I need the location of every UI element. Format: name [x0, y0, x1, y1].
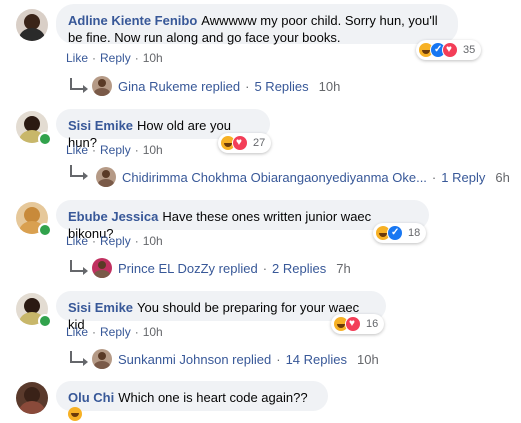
reply-count[interactable]: 1 Reply	[441, 170, 485, 185]
comment-text: Which one is heart code again??	[118, 390, 308, 405]
like-link[interactable]: Like	[66, 51, 88, 65]
comment-timestamp[interactable]: 10h	[143, 51, 163, 65]
reply-timestamp: 6h	[495, 169, 510, 185]
reaction-summary[interactable]: 27	[218, 133, 272, 153]
replier-avatar	[92, 349, 112, 369]
online-status-indicator	[38, 132, 52, 146]
comment-bubble: Adline Kiente Fenibo Awwwww my poor child…	[56, 4, 458, 45]
love-reaction-icon	[442, 42, 458, 58]
comment-author[interactable]: Ebube Jessica	[68, 209, 158, 224]
reply-count[interactable]: 2 Replies	[272, 261, 326, 276]
laughing-emoji-icon	[68, 407, 82, 421]
comment-timestamp[interactable]: 10h	[143, 234, 163, 248]
replier-avatar	[96, 167, 116, 187]
view-replies-link[interactable]: Prince EL DozZy replied · 2 Replies 7h	[70, 258, 351, 278]
reply-timestamp: 10h	[357, 351, 379, 367]
comment-author[interactable]: Adline Kiente Fenibo	[68, 13, 197, 28]
comment-actions: Like · Reply · 10h	[66, 234, 163, 248]
reply-link[interactable]: Reply	[100, 325, 131, 339]
reply-arrow-icon	[70, 260, 88, 275]
view-replies-link[interactable]: Gina Rukeme replied · 5 Replies 10h	[70, 76, 340, 96]
replier-name[interactable]: Gina Rukeme replied	[118, 79, 240, 94]
online-status-indicator	[38, 223, 52, 237]
reaction-summary[interactable]: 16	[331, 314, 385, 334]
reaction-count: 27	[253, 137, 266, 149]
love-reaction-icon	[232, 135, 248, 151]
replier-avatar	[92, 258, 112, 278]
reaction-count: 18	[408, 227, 421, 239]
comment-author[interactable]: Olu Chi	[68, 390, 114, 405]
avatar[interactable]	[16, 382, 48, 414]
reply-link[interactable]: Reply	[100, 234, 131, 248]
view-replies-link[interactable]: Sunkanmi Johnson replied · 14 Replies 10h	[70, 349, 379, 369]
like-link[interactable]: Like	[66, 143, 88, 157]
reply-indicator	[70, 165, 92, 180]
like-reaction-icon	[387, 225, 403, 241]
replier-name[interactable]: Chidirimma Chokhma Obiarangaonyediyanma …	[122, 170, 427, 185]
comment-actions: Like · Reply · 10h	[66, 143, 163, 157]
reply-arrow-icon	[70, 165, 88, 180]
replier-name[interactable]: Prince EL DozZy replied	[118, 261, 258, 276]
online-status-indicator	[38, 314, 52, 328]
comment-actions: Like · Reply · 10h	[66, 51, 163, 65]
reaction-count: 16	[366, 318, 379, 330]
comment-actions: Like · Reply · 10h	[66, 325, 163, 339]
replier-avatar	[92, 76, 112, 96]
reply-timestamp: 10h	[318, 78, 341, 94]
comment-timestamp[interactable]: 10h	[143, 325, 163, 339]
reply-arrow-icon	[70, 78, 88, 93]
reply-timestamp: 7h	[336, 260, 351, 276]
comment-bubble: Ebube Jessica Have these ones written jun…	[56, 200, 429, 241]
like-link[interactable]: Like	[66, 325, 88, 339]
reaction-summary[interactable]: 35	[416, 40, 482, 60]
comment-author[interactable]: Sisi Emike	[68, 118, 133, 133]
comment-author[interactable]: Sisi Emike	[68, 300, 133, 315]
reply-count[interactable]: 14 Replies	[286, 352, 347, 367]
avatar[interactable]	[16, 9, 48, 41]
reply-link[interactable]: Reply	[100, 51, 131, 65]
comment-timestamp[interactable]: 10h	[143, 143, 163, 157]
replier-name[interactable]: Sunkanmi Johnson replied	[118, 352, 271, 367]
love-reaction-icon	[345, 316, 361, 332]
like-link[interactable]: Like	[66, 234, 88, 248]
comment-bubble: Olu Chi Which one is heart code again??	[56, 381, 328, 421]
reaction-count: 35	[463, 44, 476, 56]
reply-arrow-icon	[70, 351, 88, 366]
reply-link[interactable]: Reply	[100, 143, 131, 157]
view-replies-link[interactable]: Chidirimma Chokhma Obiarangaonyediyanma …	[96, 167, 510, 187]
reply-count[interactable]: 5 Replies	[254, 79, 308, 94]
reaction-summary[interactable]: 18	[373, 223, 427, 243]
